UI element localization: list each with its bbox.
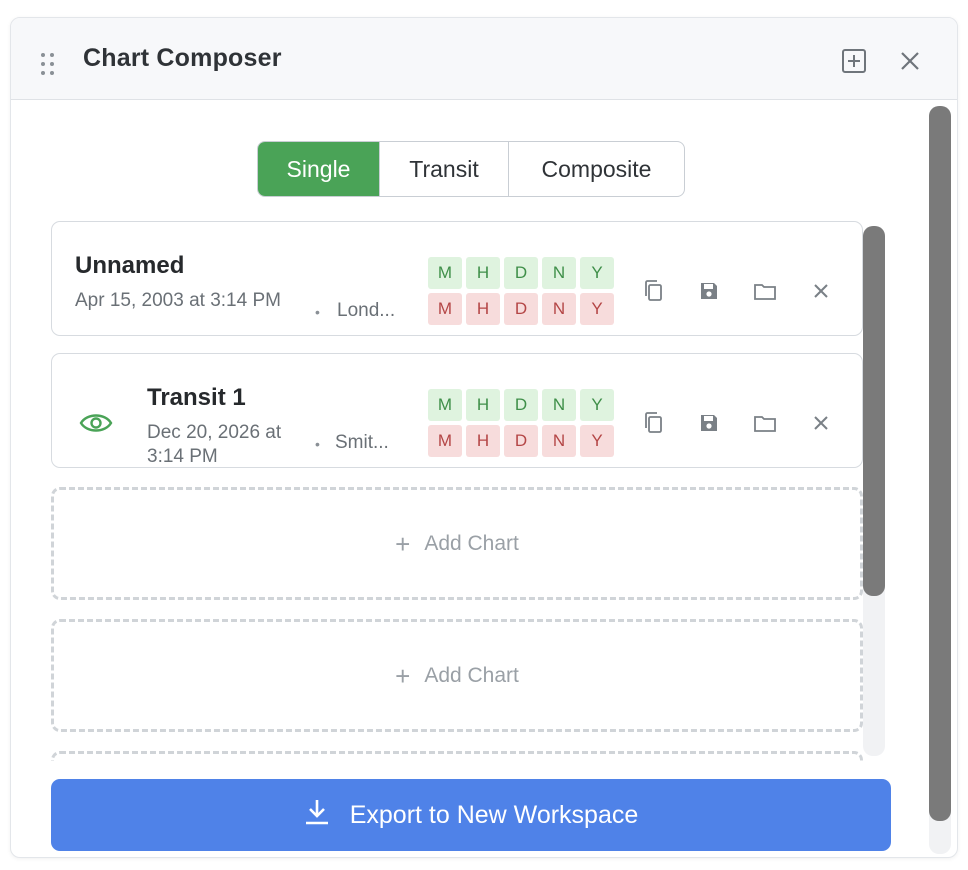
close-icon[interactable]: [895, 46, 925, 76]
chart-date: Dec 20, 2026 at 3:14 PM: [147, 422, 282, 467]
chart-list: Unnamed Apr 15, 2003 at 3:14 PM • Lond..…: [51, 221, 863, 761]
add-chart-label: Add Chart: [424, 663, 519, 687]
chart-composer-panel: Chart Composer Single Transit Composite …: [10, 17, 958, 858]
remove-chart-icon[interactable]: [806, 276, 836, 306]
folder-icon[interactable]: [750, 276, 780, 306]
chart-badges: M H D N Y M H D N Y: [428, 389, 614, 457]
chart-date: Apr 15, 2003 at 3:14 PM: [75, 290, 281, 311]
badge-top[interactable]: M: [428, 389, 462, 421]
badge-bottom[interactable]: N: [542, 425, 576, 457]
badge-bottom[interactable]: Y: [580, 425, 614, 457]
badge-top[interactable]: N: [542, 257, 576, 289]
chart-badges: M H D N Y M H D N Y: [428, 257, 614, 325]
badge-top[interactable]: Y: [580, 389, 614, 421]
drag-handle-icon[interactable]: [41, 53, 59, 75]
chart-name: Unnamed: [75, 252, 185, 279]
badge-bottom[interactable]: N: [542, 293, 576, 325]
copy-icon[interactable]: [638, 408, 668, 438]
badge-top[interactable]: H: [466, 257, 500, 289]
badge-top[interactable]: M: [428, 257, 462, 289]
tab-transit[interactable]: Transit: [380, 142, 509, 196]
add-square-icon[interactable]: [839, 46, 869, 76]
badge-bottom[interactable]: Y: [580, 293, 614, 325]
badge-bottom[interactable]: H: [466, 425, 500, 457]
export-button[interactable]: Export to New Workspace: [51, 779, 891, 851]
chart-location: Lond...: [337, 300, 396, 321]
separator-dot: •: [315, 304, 320, 320]
badge-bottom[interactable]: H: [466, 293, 500, 325]
tab-composite[interactable]: Composite: [509, 142, 684, 196]
add-chart-slot[interactable]: + Add Chart: [51, 619, 863, 732]
download-icon: [304, 798, 330, 833]
add-chart-slot[interactable]: + Add Chart: [51, 487, 863, 600]
folder-icon[interactable]: [750, 408, 780, 438]
badge-bottom[interactable]: M: [428, 425, 462, 457]
add-chart-label: Add Chart: [424, 531, 519, 555]
panel-title: Chart Composer: [83, 44, 282, 72]
eye-icon[interactable]: [78, 408, 114, 438]
plus-icon: +: [395, 660, 411, 691]
chart-card-unnamed[interactable]: Unnamed Apr 15, 2003 at 3:14 PM • Lond..…: [51, 221, 863, 336]
copy-icon[interactable]: [638, 276, 668, 306]
mode-selector: Single Transit Composite: [257, 141, 685, 197]
save-icon[interactable]: [694, 276, 724, 306]
panel-header: Chart Composer: [11, 18, 957, 100]
badge-top[interactable]: Y: [580, 257, 614, 289]
plus-icon: +: [395, 528, 411, 559]
add-chart-slot-partial[interactable]: [51, 751, 863, 761]
panel-scrollbar-thumb[interactable]: [929, 106, 951, 821]
badge-bottom[interactable]: D: [504, 293, 538, 325]
list-scrollbar-thumb[interactable]: [863, 226, 885, 596]
chart-card-transit[interactable]: Transit 1 Dec 20, 2026 at 3:14 PM • Smit…: [51, 353, 863, 468]
badge-top[interactable]: D: [504, 257, 538, 289]
badge-top[interactable]: H: [466, 389, 500, 421]
export-label: Export to New Workspace: [349, 800, 639, 829]
remove-chart-icon[interactable]: [806, 408, 836, 438]
badge-top[interactable]: N: [542, 389, 576, 421]
chart-name: Transit 1: [147, 384, 246, 411]
tab-single[interactable]: Single: [258, 142, 380, 196]
badge-bottom[interactable]: D: [504, 425, 538, 457]
separator-dot: •: [315, 436, 320, 452]
save-icon[interactable]: [694, 408, 724, 438]
badge-bottom[interactable]: M: [428, 293, 462, 325]
badge-top[interactable]: D: [504, 389, 538, 421]
chart-location: Smit...: [335, 432, 389, 453]
